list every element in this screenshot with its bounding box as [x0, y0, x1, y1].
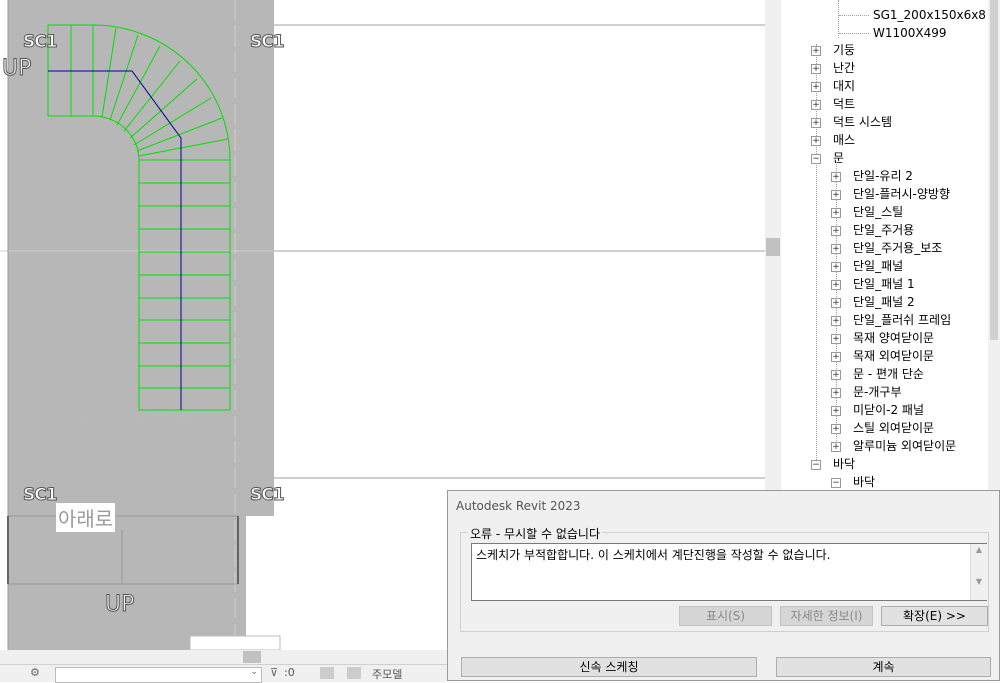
expand-icon[interactable]: +	[811, 118, 821, 128]
gear-icon[interactable]: ⚙	[30, 666, 40, 679]
up-label-lower: UP	[104, 592, 135, 618]
expand-icon[interactable]: +	[831, 442, 841, 452]
collapse-icon[interactable]: −	[811, 460, 821, 470]
expand-button[interactable]: 확장(E) >>	[881, 606, 988, 626]
tree-item-door-type[interactable]: 단일_패널 2	[853, 293, 915, 311]
expand-icon[interactable]: +	[811, 136, 821, 146]
error-message-text: 스케치가 부적합합니다. 이 스케치에서 계단진행을 작성할 수 없습니다.	[476, 548, 831, 562]
tree-item-columns[interactable]: 기둥	[833, 41, 855, 59]
tree-item-door-type[interactable]: 목재 외여닫이문	[853, 347, 934, 365]
collapse-icon[interactable]: −	[811, 154, 821, 164]
tree-item-door-type[interactable]: 단일_주거용_보조	[853, 239, 942, 257]
expand-icon[interactable]: +	[811, 100, 821, 110]
expand-icon[interactable]: +	[831, 208, 841, 218]
show-button[interactable]: 표시(S)	[679, 606, 772, 626]
tree-item-site[interactable]: 대지	[833, 77, 855, 95]
tree-item-floors[interactable]: 바닥	[833, 455, 855, 473]
stair-tag-top-left: SC1	[23, 32, 59, 53]
project-browser: SG1_200x150x6x8 W1100X499 + 기둥 + 난간 + 대지…	[785, 0, 1000, 490]
expand-icon[interactable]: +	[831, 244, 841, 254]
browser-scrollbar-thumb[interactable]	[990, 0, 998, 340]
stair-tag-top-right: SC1	[250, 32, 286, 53]
tree-item-railings[interactable]: 난간	[833, 59, 855, 77]
expand-icon[interactable]: +	[831, 280, 841, 290]
expand-icon[interactable]: +	[811, 46, 821, 56]
tree-item-floor-type[interactable]: 바닥	[853, 473, 875, 490]
scroll-up-icon[interactable]: ▲	[971, 544, 987, 556]
tree-item-w1100[interactable]: W1100X499	[873, 24, 947, 42]
model-select-icon[interactable]	[347, 667, 361, 679]
tree-item-door-type[interactable]: 단일_패널	[853, 257, 903, 275]
expand-icon[interactable]: +	[831, 172, 841, 182]
risers-status-text: 0개의 챌판이 작성됨, 17개 남음	[48, 412, 198, 425]
tree-item-ducts[interactable]: 덕트	[833, 95, 855, 113]
tree-item-door-type[interactable]: 문 - 편개 단순	[853, 365, 924, 383]
status-bar: ⚙ ⌄ ⊽ :0 주모델	[0, 664, 447, 683]
tree-item-door-type[interactable]: 스틸 외여닫이문	[853, 419, 934, 437]
main-model-text: 주모델	[372, 668, 403, 681]
browser-scrollbar[interactable]	[988, 0, 1000, 490]
hscroll-thumb[interactable]	[243, 651, 261, 663]
tree-item-door-type[interactable]: 단일-유리 2	[853, 167, 913, 185]
expand-icon[interactable]: +	[831, 370, 841, 380]
tree-item-door-type[interactable]: 알루미늄 외여닫이문	[853, 437, 956, 455]
message-scrollbar[interactable]: ▲ ▼	[970, 544, 987, 600]
up-label: UP	[1, 56, 32, 82]
expand-icon[interactable]: +	[831, 316, 841, 326]
expand-icon[interactable]: +	[831, 190, 841, 200]
stair-tag-bottom-left: SC1	[23, 485, 59, 506]
collapse-icon[interactable]: −	[831, 478, 841, 488]
expand-icon[interactable]: +	[831, 406, 841, 416]
dialog-title: Autodesk Revit 2023	[456, 499, 581, 513]
error-dialog: Autodesk Revit 2023 오류 - 무시할 수 없습니다 스케치가…	[447, 490, 1000, 681]
error-group-title: 오류 - 무시할 수 없습니다	[468, 525, 602, 542]
tree-item-doors[interactable]: 문	[833, 149, 844, 167]
expand-icon[interactable]: +	[811, 64, 821, 74]
expand-icon[interactable]: +	[831, 424, 841, 434]
continue-button[interactable]: 계속	[776, 657, 991, 677]
model-icon[interactable]	[320, 667, 334, 679]
expand-icon[interactable]: +	[831, 352, 841, 362]
tree-item-door-type[interactable]: 단일-플러시-양방향	[853, 185, 950, 203]
error-message-box[interactable]: 스케치가 부적합합니다. 이 스케치에서 계단진행을 작성할 수 없습니다.	[471, 543, 987, 601]
tree-item-door-type[interactable]: 단일_주거용	[853, 221, 914, 239]
tree-item-door-type[interactable]: 문-개구부	[853, 383, 902, 401]
expand-icon[interactable]: +	[831, 388, 841, 398]
stair-tag-bottom-right: SC1	[250, 485, 286, 506]
tree-item-door-type[interactable]: 단일_패널 1	[853, 275, 915, 293]
tree-item-mass[interactable]: 매스	[833, 131, 855, 149]
gray-overlay-lower	[8, 516, 246, 650]
scrollbar-thumb[interactable]	[766, 238, 780, 256]
expand-icon[interactable]: +	[831, 334, 841, 344]
expand-icon[interactable]: +	[831, 262, 841, 272]
zero-value: :0	[284, 666, 295, 679]
tree-item-duct-systems[interactable]: 덕트 시스템	[833, 113, 892, 131]
scroll-down-icon[interactable]: ▼	[971, 576, 987, 588]
expand-icon[interactable]: +	[831, 226, 841, 236]
more-info-button[interactable]: 자세한 정보(I)	[780, 606, 873, 626]
expand-icon[interactable]: +	[811, 82, 821, 92]
tree-item-sg1[interactable]: SG1_200x150x6x8	[873, 6, 986, 24]
filter-icon[interactable]: ⊽	[270, 666, 278, 679]
chevron-down-icon: ⌄	[250, 667, 258, 677]
tree-item-door-type[interactable]: 목재 양여닫이문	[853, 329, 934, 347]
tree-item-door-type[interactable]: 단일_스틸	[853, 203, 903, 221]
expand-icon[interactable]: +	[831, 298, 841, 308]
canvas-horizontal-scrollbar[interactable]	[0, 650, 447, 664]
down-label: 아래로	[56, 503, 116, 532]
tree-item-door-type[interactable]: 단일_플러쉬 프레임	[853, 311, 951, 329]
quick-sketch-button[interactable]: 신속 스케칭	[461, 657, 757, 677]
tree-item-door-type[interactable]: 미닫이-2 패널	[853, 401, 924, 419]
